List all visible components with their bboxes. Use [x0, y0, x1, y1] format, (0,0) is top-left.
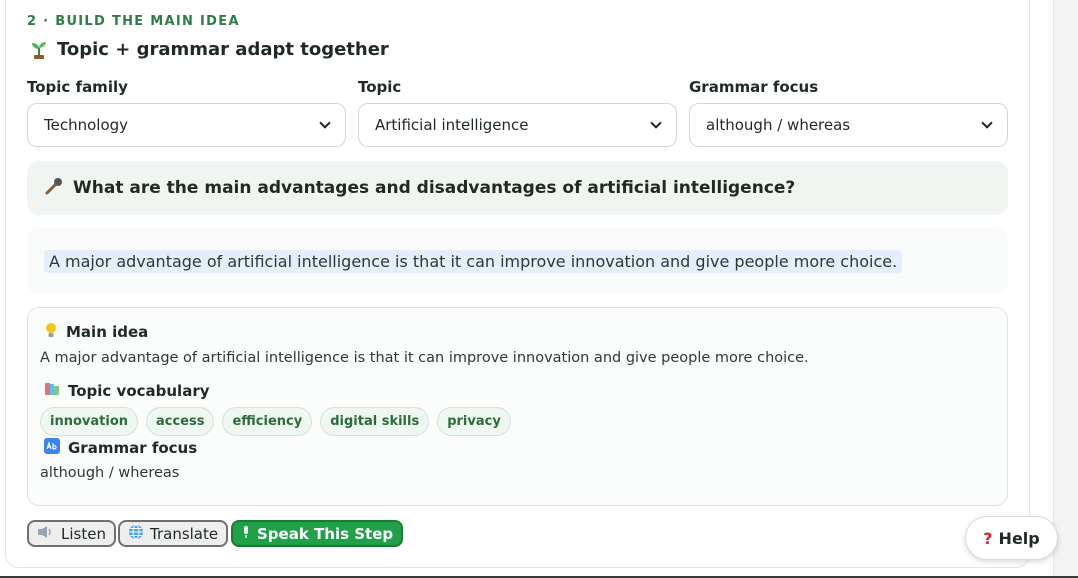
- grammar-heading-text: Grammar focus: [68, 439, 198, 457]
- listen-label: Listen: [61, 524, 106, 543]
- grammar-focus-select[interactable]: although / whereas: [689, 103, 1008, 147]
- speaker-icon: [37, 525, 55, 543]
- vocab-chip[interactable]: innovation: [40, 407, 138, 436]
- translate-button[interactable]: Translate: [118, 520, 229, 547]
- globe-icon: [128, 524, 144, 544]
- sprout-icon: [29, 40, 49, 60]
- grammar-focus-value: although / whereas: [706, 116, 851, 134]
- vocab-chips: innovation access efficiency digital ski…: [40, 407, 511, 436]
- microphone-icon: [241, 525, 251, 543]
- speak-step-label: Speak This Step: [257, 524, 394, 543]
- main-idea-text: A major advantage of artificial intellig…: [40, 350, 809, 366]
- answer-box[interactable]: A major advantage of artificial intellig…: [27, 228, 1008, 294]
- lightbulb-icon: [44, 322, 58, 342]
- speak-step-button[interactable]: Speak This Step: [231, 520, 404, 547]
- section-title: Topic + grammar adapt together: [29, 39, 389, 60]
- section-title-text: Topic + grammar adapt together: [57, 39, 389, 60]
- grammar-heading: Grammar focus: [44, 438, 197, 458]
- scrollbar-track[interactable]: [1053, 0, 1078, 578]
- step-label: 2 · BUILD THE MAIN IDEA: [27, 14, 240, 29]
- topic-family-label: Topic family: [27, 78, 128, 96]
- topic-family-value: Technology: [44, 116, 129, 134]
- topic-label: Topic: [358, 78, 402, 96]
- help-label: Help: [998, 528, 1040, 548]
- grammar-focus-label: Grammar focus: [689, 78, 819, 96]
- summary-panel: Main idea A major advantage of artificia…: [27, 307, 1008, 506]
- vocab-chip[interactable]: efficiency: [222, 407, 313, 436]
- question-mark-icon: ?: [983, 528, 993, 548]
- main-idea-heading-text: Main idea: [66, 323, 149, 341]
- answer-text: A major advantage of artificial intellig…: [44, 249, 903, 273]
- vocab-heading-text: Topic vocabulary: [68, 382, 210, 400]
- translate-label: Translate: [150, 524, 219, 543]
- topic-value: Artificial intelligence: [375, 116, 529, 134]
- main-idea-heading: Main idea: [44, 322, 148, 342]
- question-prompt: What are the main advantages and disadva…: [27, 161, 1008, 215]
- vocab-chip[interactable]: privacy: [437, 407, 511, 436]
- chevron-down-icon: [650, 117, 662, 129]
- abc-icon: [44, 438, 60, 458]
- topic-select[interactable]: Artificial intelligence: [358, 103, 677, 147]
- topic-family-select[interactable]: Technology: [27, 103, 346, 147]
- books-icon: [44, 381, 60, 401]
- listen-button[interactable]: Listen: [27, 520, 116, 547]
- microphone-icon: [45, 177, 63, 200]
- vocab-chip[interactable]: digital skills: [320, 407, 430, 436]
- help-button[interactable]: ? Help: [965, 516, 1058, 560]
- question-text: What are the main advantages and disadva…: [73, 178, 796, 198]
- chevron-down-icon: [319, 117, 331, 129]
- grammar-text: although / whereas: [40, 465, 180, 481]
- vocab-heading: Topic vocabulary: [44, 381, 210, 401]
- vocab-chip[interactable]: access: [146, 407, 215, 436]
- chevron-down-icon: [981, 117, 993, 129]
